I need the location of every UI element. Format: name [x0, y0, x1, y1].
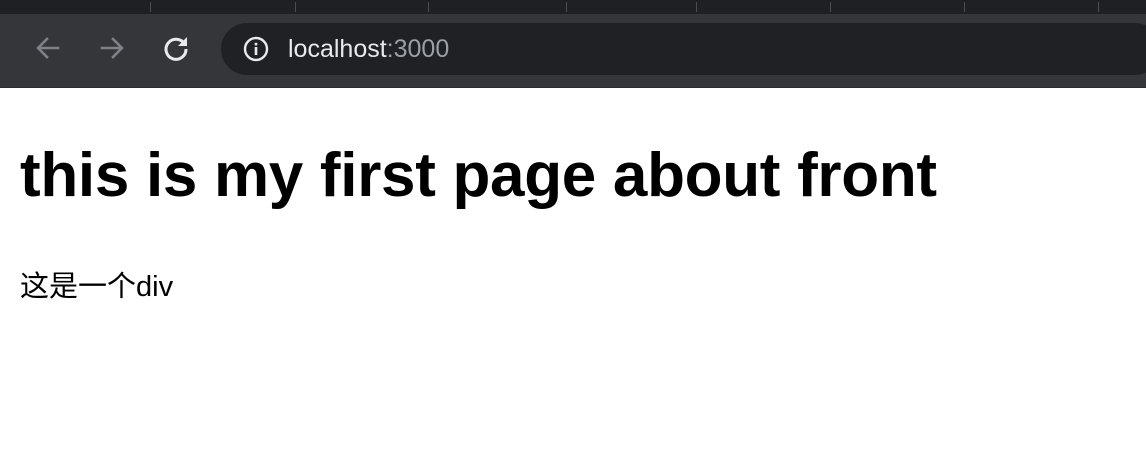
tab-divider	[150, 2, 151, 12]
browser-toolbar: localhost:3000	[0, 14, 1146, 88]
arrow-right-icon	[100, 37, 124, 59]
tab-divider	[566, 2, 567, 12]
tab-divider	[295, 2, 296, 12]
tab-divider	[1098, 2, 1099, 12]
forward-button[interactable]	[96, 32, 128, 64]
reload-button[interactable]	[160, 32, 192, 64]
tab-strip	[0, 0, 1146, 14]
url-port: :3000	[386, 35, 450, 63]
arrow-left-icon	[36, 37, 60, 59]
tab-divider	[696, 2, 697, 12]
tab-divider	[964, 2, 965, 12]
tab-divider	[830, 2, 831, 12]
div-text: 这是一个div	[20, 271, 174, 303]
info-icon[interactable]	[243, 36, 269, 62]
page-content: this is my first page about front 这是一个di…	[0, 88, 1146, 476]
reload-icon	[164, 37, 188, 61]
address-bar[interactable]: localhost:3000	[221, 23, 1146, 75]
back-button[interactable]	[32, 32, 64, 64]
url-host: localhost	[288, 35, 387, 63]
url-text[interactable]: localhost:3000	[288, 36, 449, 62]
tab-divider	[428, 2, 429, 12]
browser-window: localhost:3000 this is my first page abo…	[0, 0, 1146, 476]
page-heading: this is my first page about front	[20, 141, 937, 210]
